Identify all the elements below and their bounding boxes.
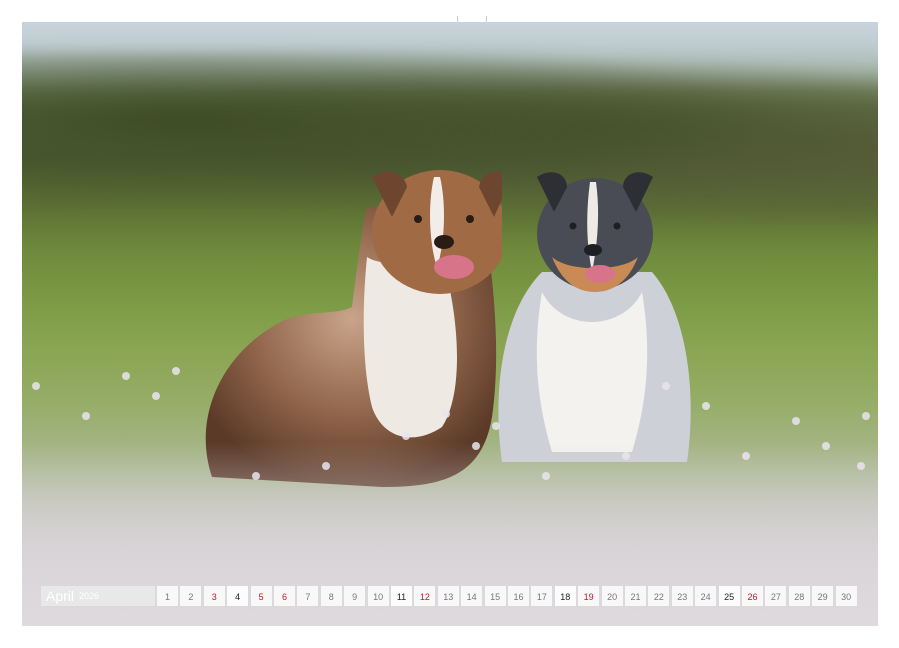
calendar-day: 15 <box>485 586 506 606</box>
calendar-day: 29 <box>812 586 833 606</box>
wildflower <box>862 412 870 420</box>
calendar-day: 12 <box>414 586 435 606</box>
wildflower <box>702 402 710 410</box>
calendar-day: 26 <box>742 586 763 606</box>
calendar-day: 30 <box>836 586 857 606</box>
calendar-day: 9 <box>344 586 365 606</box>
wildflower <box>402 432 410 440</box>
calendar-day: 18 <box>555 586 576 606</box>
calendar-day: 5 <box>251 586 272 606</box>
calendar-day: 20 <box>602 586 623 606</box>
calendar-photo <box>22 22 878 626</box>
calendar-day: 22 <box>648 586 669 606</box>
wildflower <box>822 442 830 450</box>
wildflower <box>492 422 500 430</box>
calendar-day: 23 <box>672 586 693 606</box>
calendar-day: 16 <box>508 586 529 606</box>
red-merle-dog <box>182 147 502 487</box>
calendar-day: 24 <box>695 586 716 606</box>
calendar-day: 28 <box>789 586 810 606</box>
wildflower <box>622 452 630 460</box>
calendar-day: 13 <box>438 586 459 606</box>
wildflower <box>742 452 750 460</box>
wildflower <box>857 462 865 470</box>
wildflower <box>542 472 550 480</box>
calendar-day: 4 <box>227 586 248 606</box>
calendar-day: 3 <box>204 586 225 606</box>
wildflower <box>442 410 450 418</box>
calendar-strip: April 2026 12345678910111213141516171819… <box>41 586 859 606</box>
wildflower <box>32 382 40 390</box>
wildflower <box>252 472 260 480</box>
calendar-day: 8 <box>321 586 342 606</box>
calendar-day: 2 <box>180 586 201 606</box>
wildflower <box>82 412 90 420</box>
wildflower <box>152 392 160 400</box>
month-year: 2026 <box>79 591 99 601</box>
wildflower <box>322 462 330 470</box>
wildflower <box>122 372 130 380</box>
calendar-day: 1 <box>157 586 178 606</box>
calendar-day: 7 <box>297 586 318 606</box>
calendar-day: 19 <box>578 586 599 606</box>
wildflower <box>662 382 670 390</box>
month-label: April 2026 <box>41 586 155 606</box>
blue-merle-dog <box>482 162 702 462</box>
calendar-day: 11 <box>391 586 412 606</box>
calendar-day: 14 <box>461 586 482 606</box>
calendar-day: 17 <box>531 586 552 606</box>
wildflower <box>472 442 480 450</box>
wildflower <box>172 367 180 375</box>
calendar-day: 25 <box>719 586 740 606</box>
calendar-day: 10 <box>368 586 389 606</box>
calendar-day: 27 <box>765 586 786 606</box>
calendar-day: 21 <box>625 586 646 606</box>
wildflower <box>792 417 800 425</box>
month-name: April <box>46 588 74 604</box>
calendar-day: 6 <box>274 586 295 606</box>
